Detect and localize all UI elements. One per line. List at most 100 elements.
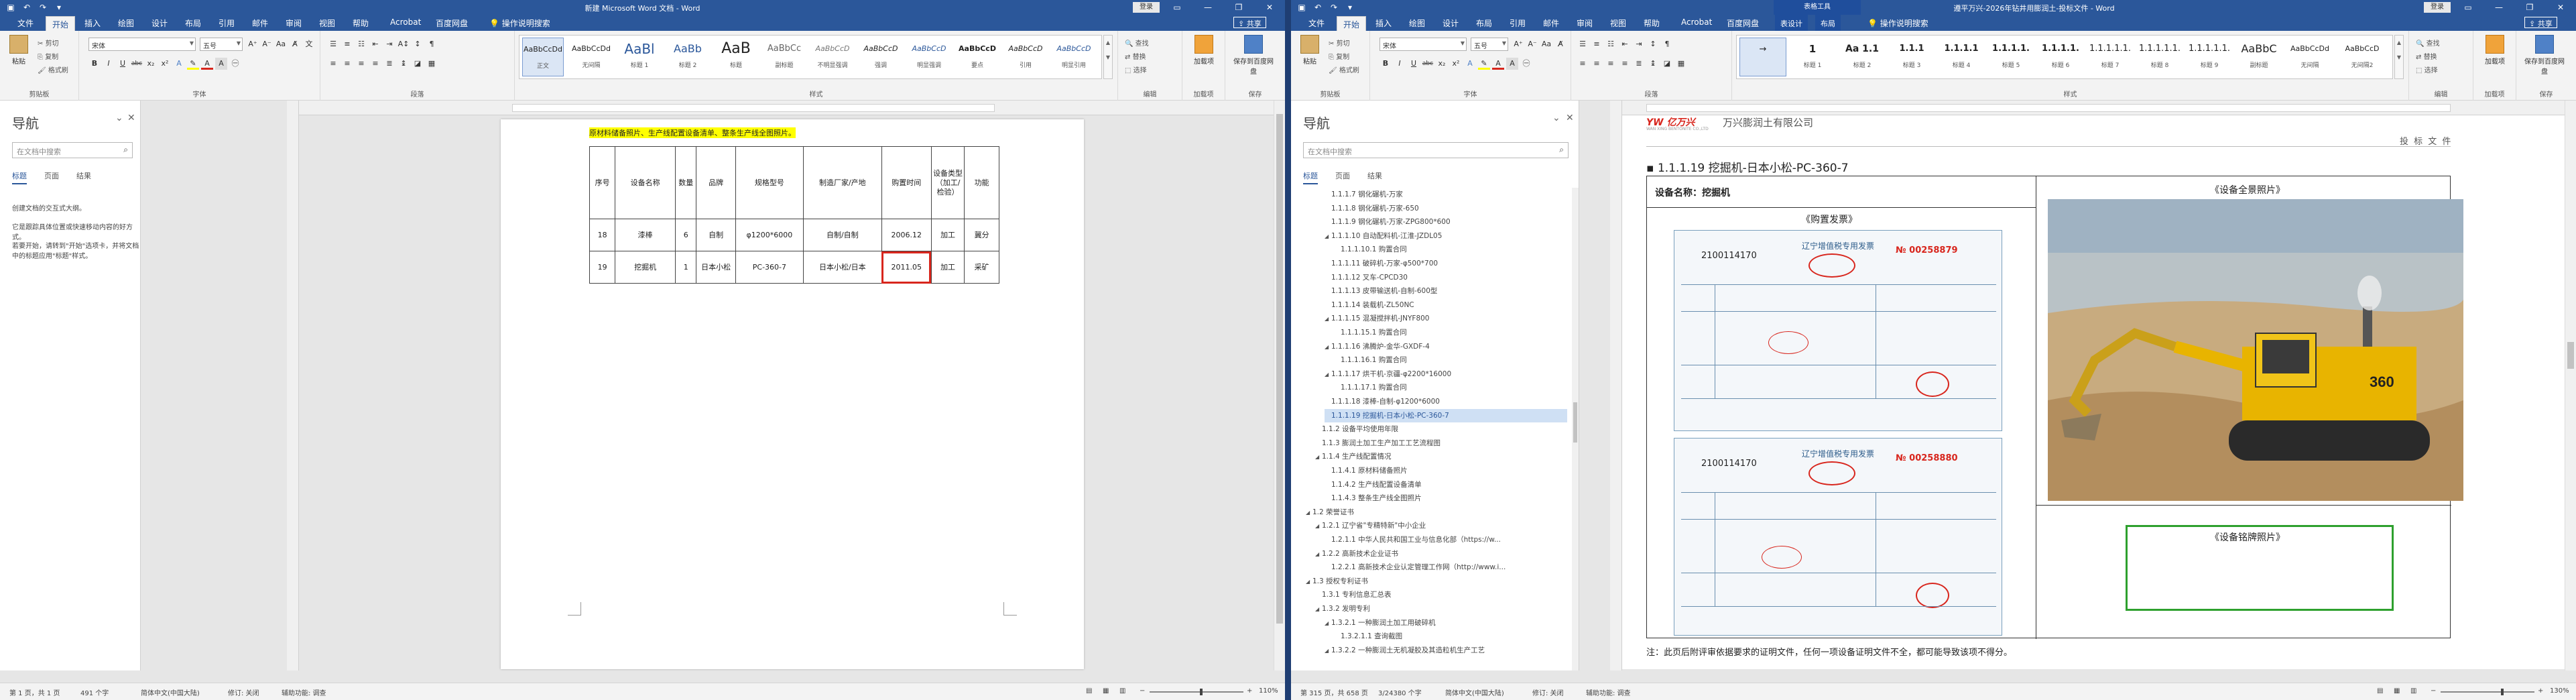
style-item[interactable]: 1.1.1.1.1. 标题 7: [2087, 38, 2134, 76]
style-item[interactable]: AaBbCcDd 无间隔: [2285, 38, 2335, 76]
nav-heading-item[interactable]: 1.2.2.1 高新技术企业认定管理工作网（http://www.i...: [1325, 561, 1506, 574]
addins-button[interactable]: 加载项: [2480, 35, 2510, 66]
align-right-icon[interactable]: ≡: [1605, 58, 1617, 70]
nav-heading-item[interactable]: 1.1.2 设备平均使用年限: [1315, 422, 1398, 436]
zoom-out-icon[interactable]: −: [1140, 687, 1145, 695]
tab-table-layout[interactable]: 布局: [1815, 15, 1841, 31]
style-item[interactable]: AaBbCcD 无间隔2: [2337, 38, 2387, 76]
numbering-icon[interactable]: ≡: [1591, 38, 1603, 50]
style-intense-quote[interactable]: AaBbCcD 明显引用: [1053, 38, 1095, 76]
tab-insert[interactable]: 插入: [84, 17, 101, 29]
tab-baidu[interactable]: 百度网盘: [1727, 17, 1759, 29]
tab-layout[interactable]: 布局: [185, 17, 201, 29]
nav-tab-results[interactable]: 结果: [76, 170, 91, 184]
web-layout-icon[interactable]: ▥: [1119, 687, 1125, 695]
collapse-arrow-icon[interactable]: ◢: [1325, 368, 1331, 382]
equipment-table[interactable]: 序号 设备名称 数量 品牌 规格型号 制造厂家/产地 购置时间 设备类型（加工/…: [589, 146, 999, 284]
nav-heading-item[interactable]: 1.1.1.16.1 购置合同: [1334, 353, 1407, 367]
shrink-font-icon[interactable]: A⁻: [1526, 38, 1538, 50]
scroll-thumb[interactable]: [2567, 342, 2574, 369]
tab-design[interactable]: 设计: [151, 17, 168, 29]
word-count[interactable]: 3/24380 个字: [1378, 687, 1422, 697]
nav-heading-item[interactable]: 1.1.4.1 原材料储备照片: [1325, 464, 1408, 477]
nav-heading-item[interactable]: 1.1.4.3 整条生产线全图照片: [1325, 491, 1422, 505]
bullets-icon[interactable]: ☰: [327, 38, 339, 50]
tab-table-design[interactable]: 表设计: [1775, 15, 1808, 31]
clear-format-icon[interactable]: A̸: [1554, 38, 1567, 50]
zoom-knob[interactable]: [2501, 689, 2504, 695]
nav-heading-item[interactable]: 1.3.2.1.1 查询截图: [1334, 630, 1402, 643]
web-layout-icon[interactable]: ▥: [2410, 687, 2416, 695]
style-heading-1[interactable]: AaBl 标题 1: [619, 38, 660, 76]
multilevel-list-icon[interactable]: ☷: [1605, 38, 1617, 50]
nav-heading-item[interactable]: 1.1.1.13 皮带输送机-自制-600型: [1325, 284, 1437, 298]
focus-icon[interactable]: ▤: [1086, 687, 1092, 695]
text-effects-icon[interactable]: A: [173, 58, 185, 70]
tab-help[interactable]: 帮助: [353, 17, 369, 29]
nav-heading-item[interactable]: 1.1.1.14 装载机-ZL50NC: [1325, 298, 1414, 312]
collapse-arrow-icon[interactable]: ◢: [1315, 603, 1322, 616]
chinese-layout-icon[interactable]: A↕: [397, 38, 410, 50]
style-item[interactable]: →: [1739, 38, 1786, 76]
increase-indent-icon[interactable]: ⇥: [383, 38, 395, 50]
style-heading-2[interactable]: AaBb 标题 2: [667, 38, 709, 76]
device-table[interactable]: 设备名称：挖掘机 《购置发票》 《设备全景照片》 2100114170 辽宁增值…: [1646, 176, 2463, 639]
font-name-combo[interactable]: 宋体 ▼: [88, 38, 196, 51]
line-spacing-icon[interactable]: ↨: [397, 58, 410, 70]
style-subtle-emphasis[interactable]: AaBbCcD 不明显强调: [812, 38, 853, 76]
find-button[interactable]: 🔍 查找: [2416, 38, 2440, 48]
sort-icon[interactable]: ↕: [1647, 38, 1659, 50]
style-item[interactable]: 1 标题 1: [1789, 38, 1836, 76]
track-changes[interactable]: 修订: 关闭: [1532, 687, 1564, 697]
style-item[interactable]: 1.1.1.1. 标题 5: [1987, 38, 2034, 76]
tab-review[interactable]: 审阅: [1577, 17, 1593, 29]
select-button[interactable]: ⬚ 选择: [2416, 64, 2438, 74]
excavator-photo[interactable]: 360: [2048, 199, 2463, 501]
highlight-color-icon[interactable]: ✎: [1478, 58, 1490, 70]
enclose-char-icon[interactable]: ㊀: [229, 58, 241, 70]
nav-heading-item[interactable]: 1.1.1.7 钢化碾机-万家: [1325, 188, 1403, 201]
collapse-arrow-icon[interactable]: ◢: [1325, 230, 1331, 243]
zoom-out-icon[interactable]: −: [2431, 687, 2436, 695]
focus-icon[interactable]: ▤: [2377, 687, 2383, 695]
save-baidu-button[interactable]: 保存到百度网盘: [2523, 35, 2566, 76]
tab-file[interactable]: 文件: [1308, 17, 1325, 29]
tab-references[interactable]: 引用: [1510, 17, 1526, 29]
tab-draw[interactable]: 绘图: [1409, 17, 1425, 29]
vertical-scrollbar[interactable]: [2565, 101, 2576, 670]
copy-button[interactable]: ⎘ 复制: [1329, 51, 1349, 61]
nav-scroll-thumb[interactable]: [1573, 402, 1577, 443]
nav-heading-item[interactable]: 1.2.1.1 中华人民共和国工业与信息化部（https://w...: [1325, 533, 1501, 546]
accessibility[interactable]: 辅助功能: 调查: [282, 687, 326, 697]
word-count[interactable]: 491 个字: [80, 687, 109, 697]
grow-font-icon[interactable]: A⁺: [247, 38, 259, 50]
table-cell-selected[interactable]: 2011.05: [881, 251, 932, 284]
proofing-language[interactable]: 简体中文(中国大陆): [141, 687, 200, 697]
nav-heading-item[interactable]: ◢ 1.3.2 发明专利: [1315, 602, 1370, 616]
nav-heading-item[interactable]: ◢ 1.3.2.2 一种膨润土无机凝胶及其造粒机生产工艺: [1325, 644, 1485, 657]
borders-icon[interactable]: ▦: [1675, 58, 1687, 70]
nav-scrollbar[interactable]: [1572, 188, 1579, 670]
collapse-arrow-icon[interactable]: ◢: [1315, 548, 1322, 561]
bold-icon[interactable]: B: [1379, 58, 1392, 70]
style-item[interactable]: Aa 1.1 标题 2: [1839, 38, 1886, 76]
zoom-slider[interactable]: [2441, 691, 2534, 693]
phonetic-icon[interactable]: 文: [303, 38, 315, 50]
nav-heading-item[interactable]: ◢ 1.3.2.1 一种膨润土加工用破碎机: [1325, 616, 1436, 630]
cut-button[interactable]: ✂ 剪切: [1329, 38, 1350, 48]
paste-button[interactable]: 粘贴: [4, 35, 34, 66]
strikethrough-icon[interactable]: abc: [1422, 58, 1434, 70]
collapse-arrow-icon[interactable]: ◢: [1315, 520, 1322, 533]
track-changes[interactable]: 修订: 关闭: [228, 687, 259, 697]
highlighted-text[interactable]: 原材料储备照片、生产线配置设备清单、整条生产线全图照片。: [589, 127, 796, 138]
proofing-language[interactable]: 简体中文(中国大陆): [1445, 687, 1504, 697]
invoice-image-2[interactable]: 2100114170 辽宁增值税专用发票 № 00258880: [1674, 438, 2002, 636]
collapse-arrow-icon[interactable]: ◢: [1325, 617, 1331, 630]
style-strong[interactable]: AaBbCcD 要点: [957, 38, 998, 76]
print-layout-icon[interactable]: ▦: [2394, 687, 2400, 695]
zoom-level[interactable]: 130%: [2550, 687, 2569, 695]
style-title[interactable]: AaB 标题: [715, 38, 757, 76]
tell-me-search[interactable]: 💡 操作说明搜索: [489, 17, 550, 29]
style-no-spacing[interactable]: AaBbCcDd 无间隔: [570, 38, 612, 76]
invoice-image-1[interactable]: 2100114170 辽宁增值税专用发票 № 00258879: [1674, 230, 2002, 431]
